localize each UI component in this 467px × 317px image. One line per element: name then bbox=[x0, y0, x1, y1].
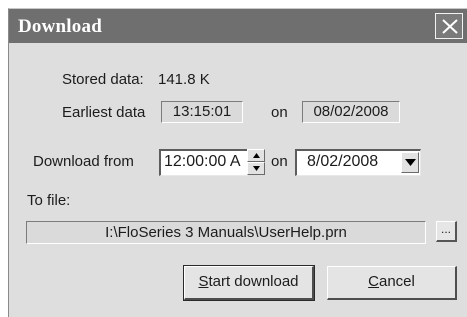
cancel-label: ancel bbox=[378, 273, 415, 290]
file-path-field: I:\FloSeries 3 Manuals\UserHelp.prn bbox=[26, 221, 426, 244]
download-on-label: on bbox=[271, 153, 288, 170]
download-time-input[interactable]: 12:00:00 A bbox=[159, 149, 248, 176]
download-dialog: Download Stored data: 141.8 K Earliest d… bbox=[8, 8, 467, 317]
cancel-button[interactable]: Cancel bbox=[327, 266, 457, 300]
start-download-mnemonic: S bbox=[198, 273, 209, 290]
cancel-mnemonic: C bbox=[368, 273, 379, 290]
download-date-value: 8/02/2008 bbox=[307, 153, 379, 170]
start-download-label: tart download bbox=[208, 273, 299, 290]
date-dropdown-button[interactable] bbox=[401, 152, 419, 173]
title-bar[interactable]: Download bbox=[9, 9, 467, 43]
close-icon bbox=[442, 19, 458, 34]
browse-button[interactable]: ... bbox=[436, 221, 457, 242]
start-download-button[interactable]: Start download bbox=[183, 265, 315, 301]
spin-up-button[interactable] bbox=[247, 149, 265, 162]
arrow-down-icon bbox=[253, 166, 260, 171]
to-file-label: To file: bbox=[27, 192, 71, 209]
download-time-value: 12:00:00 A bbox=[164, 153, 241, 170]
dialog-title: Download bbox=[18, 16, 102, 37]
close-button[interactable] bbox=[435, 13, 463, 39]
earliest-date-field: 08/02/2008 bbox=[302, 101, 400, 123]
earliest-time-field: 13:15:01 bbox=[161, 101, 243, 123]
spin-down-button[interactable] bbox=[247, 162, 265, 175]
stored-data-value: 141.8 K bbox=[158, 71, 210, 88]
chevron-down-icon bbox=[405, 159, 416, 166]
download-from-label: Download from bbox=[33, 153, 134, 170]
earliest-data-label: Earliest data bbox=[62, 104, 146, 121]
time-spinner[interactable] bbox=[247, 149, 265, 175]
arrow-up-icon bbox=[253, 153, 260, 158]
stored-data-label: Stored data: bbox=[62, 71, 144, 88]
earliest-on-label: on bbox=[271, 104, 288, 121]
